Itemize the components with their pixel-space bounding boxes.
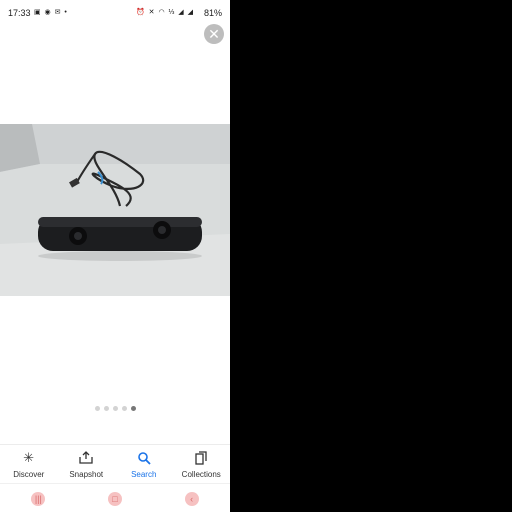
carousel-dot-active[interactable] xyxy=(130,406,136,411)
nav-snapshot-label: Snapshot xyxy=(69,470,104,479)
close-button[interactable]: ✕ xyxy=(204,24,224,44)
snapshot-icon xyxy=(58,451,116,465)
back-icon: ‹ xyxy=(190,493,194,504)
nav-collections[interactable]: Collections xyxy=(173,445,231,483)
asterisk-icon: ✳ xyxy=(23,450,35,465)
nav-search[interactable]: Search xyxy=(115,445,173,483)
home-icon: □ xyxy=(112,493,118,504)
nav-discover-label: Discover xyxy=(13,470,45,479)
status-bar: 17:33 ▣ ◉ ✉ • ⏰ ✕ ◠ ⅓ ◢ ◢ 81% xyxy=(0,0,230,26)
product-photo[interactable] xyxy=(0,124,230,296)
nav-search-label: Search xyxy=(131,470,157,479)
recents-button[interactable]: ||| xyxy=(31,491,46,506)
collections-icon xyxy=(173,451,231,465)
bottom-navigation: ✳ Discover Snapshot Search Collections xyxy=(0,444,230,483)
lens-screen: 17:33 ▣ ◉ ✉ • ⏰ ✕ ◠ ⅓ ◢ ◢ 81% ✕ ✳ Discov… xyxy=(0,0,230,512)
system-status-icons: ⏰ ✕ ◠ ⅓ ◢ ◢ xyxy=(135,9,194,16)
nav-collections-label: Collections xyxy=(181,470,221,479)
back-button[interactable]: ‹ xyxy=(184,491,199,506)
status-time: 17:33 xyxy=(8,8,31,18)
carousel-dot[interactable] xyxy=(103,406,109,411)
carousel-dot[interactable] xyxy=(121,406,127,411)
carousel-indicator xyxy=(0,406,230,411)
carousel-dot[interactable] xyxy=(112,406,118,411)
carousel-dot[interactable] xyxy=(94,406,100,411)
nav-snapshot[interactable]: Snapshot xyxy=(58,445,116,483)
home-button[interactable]: □ xyxy=(107,491,122,506)
search-icon xyxy=(115,451,173,465)
recents-icon: ||| xyxy=(34,493,42,504)
notification-icons: ▣ ◉ ✉ • xyxy=(34,9,68,16)
close-icon: ✕ xyxy=(208,26,220,42)
nav-discover[interactable]: ✳ Discover xyxy=(0,445,58,483)
system-navigation-bar: ||| □ ‹ xyxy=(0,483,230,512)
battery-level: 81% xyxy=(203,8,222,18)
camera-photo-image xyxy=(0,124,230,296)
